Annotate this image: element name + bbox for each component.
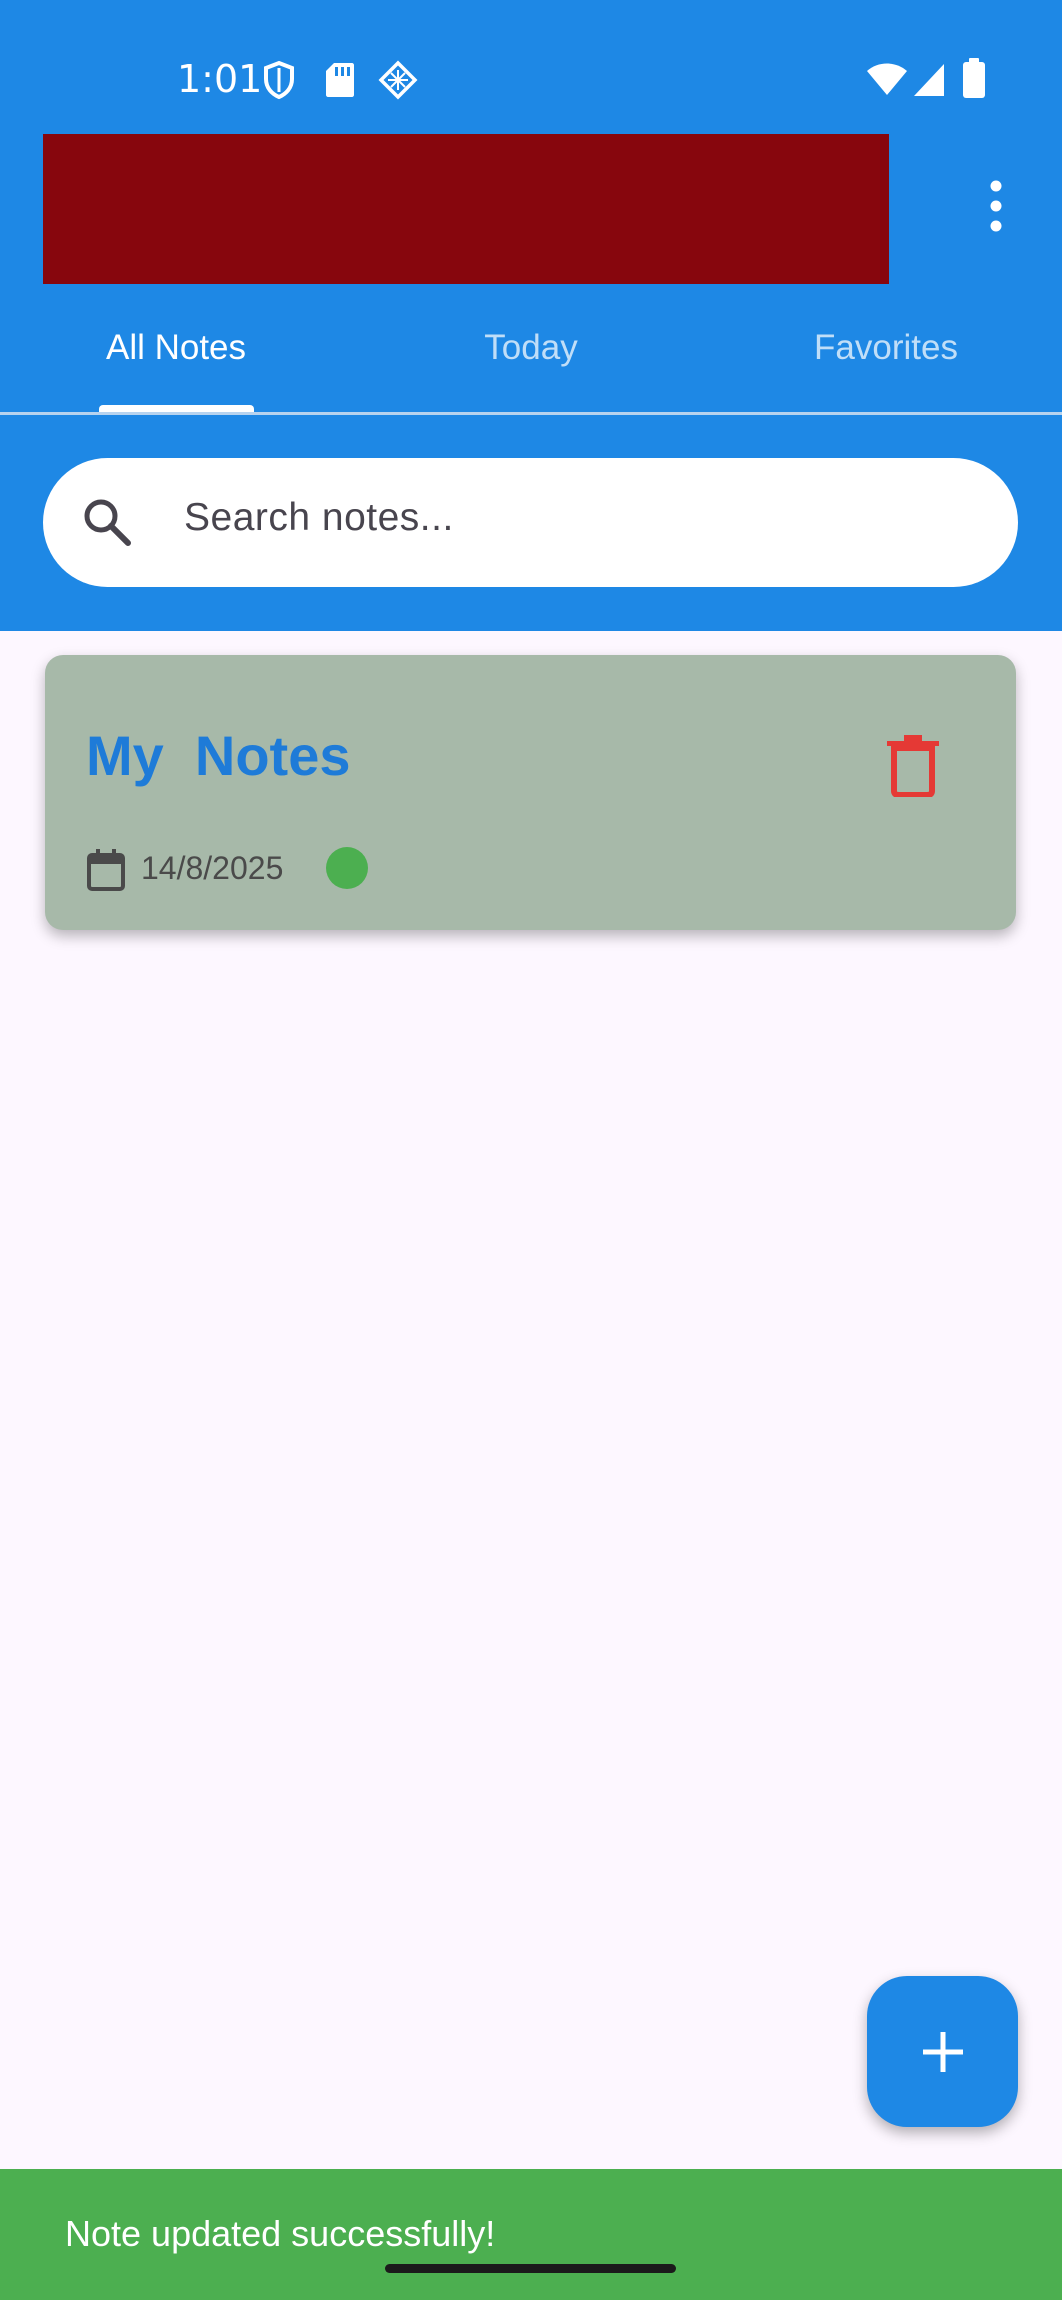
status-time: 1:01 [177,57,263,101]
trash-icon[interactable] [885,733,941,797]
more-vert-icon[interactable] [978,178,1014,234]
tab-favorites[interactable]: Favorites [740,318,1032,408]
note-date: 14/8/2025 [141,850,284,886]
add-note-button[interactable] [867,1976,1018,2127]
app-title-redacted [43,134,889,284]
calendar-icon [87,849,125,891]
snackbar-message: Note updated successfully! [65,2213,496,2254]
shield-icon [264,60,294,100]
tab-divider [0,412,1062,415]
note-card[interactable]: My Notes 14/8/2025 [45,655,1016,930]
wifi-icon [867,63,907,95]
note-title: My Notes [86,724,351,787]
sd-card-icon [326,63,354,97]
search-input[interactable]: Search notes... [184,496,454,540]
diamond-grid-icon [378,60,418,100]
plus-icon [922,2031,963,2072]
snackbar: Note updated successfully! [0,2169,1062,2300]
home-indicator[interactable] [385,2264,676,2273]
tab-all-notes[interactable]: All Notes [30,318,322,408]
tab-today[interactable]: Today [385,318,677,408]
status-dot [326,847,368,889]
search-icon [84,499,131,546]
app-bar: 1:01 All Notes Today Favorites Search no… [0,0,1062,631]
battery-icon [963,58,985,98]
search-bar[interactable]: Search notes... [43,458,1018,587]
signal-icon [914,64,944,96]
